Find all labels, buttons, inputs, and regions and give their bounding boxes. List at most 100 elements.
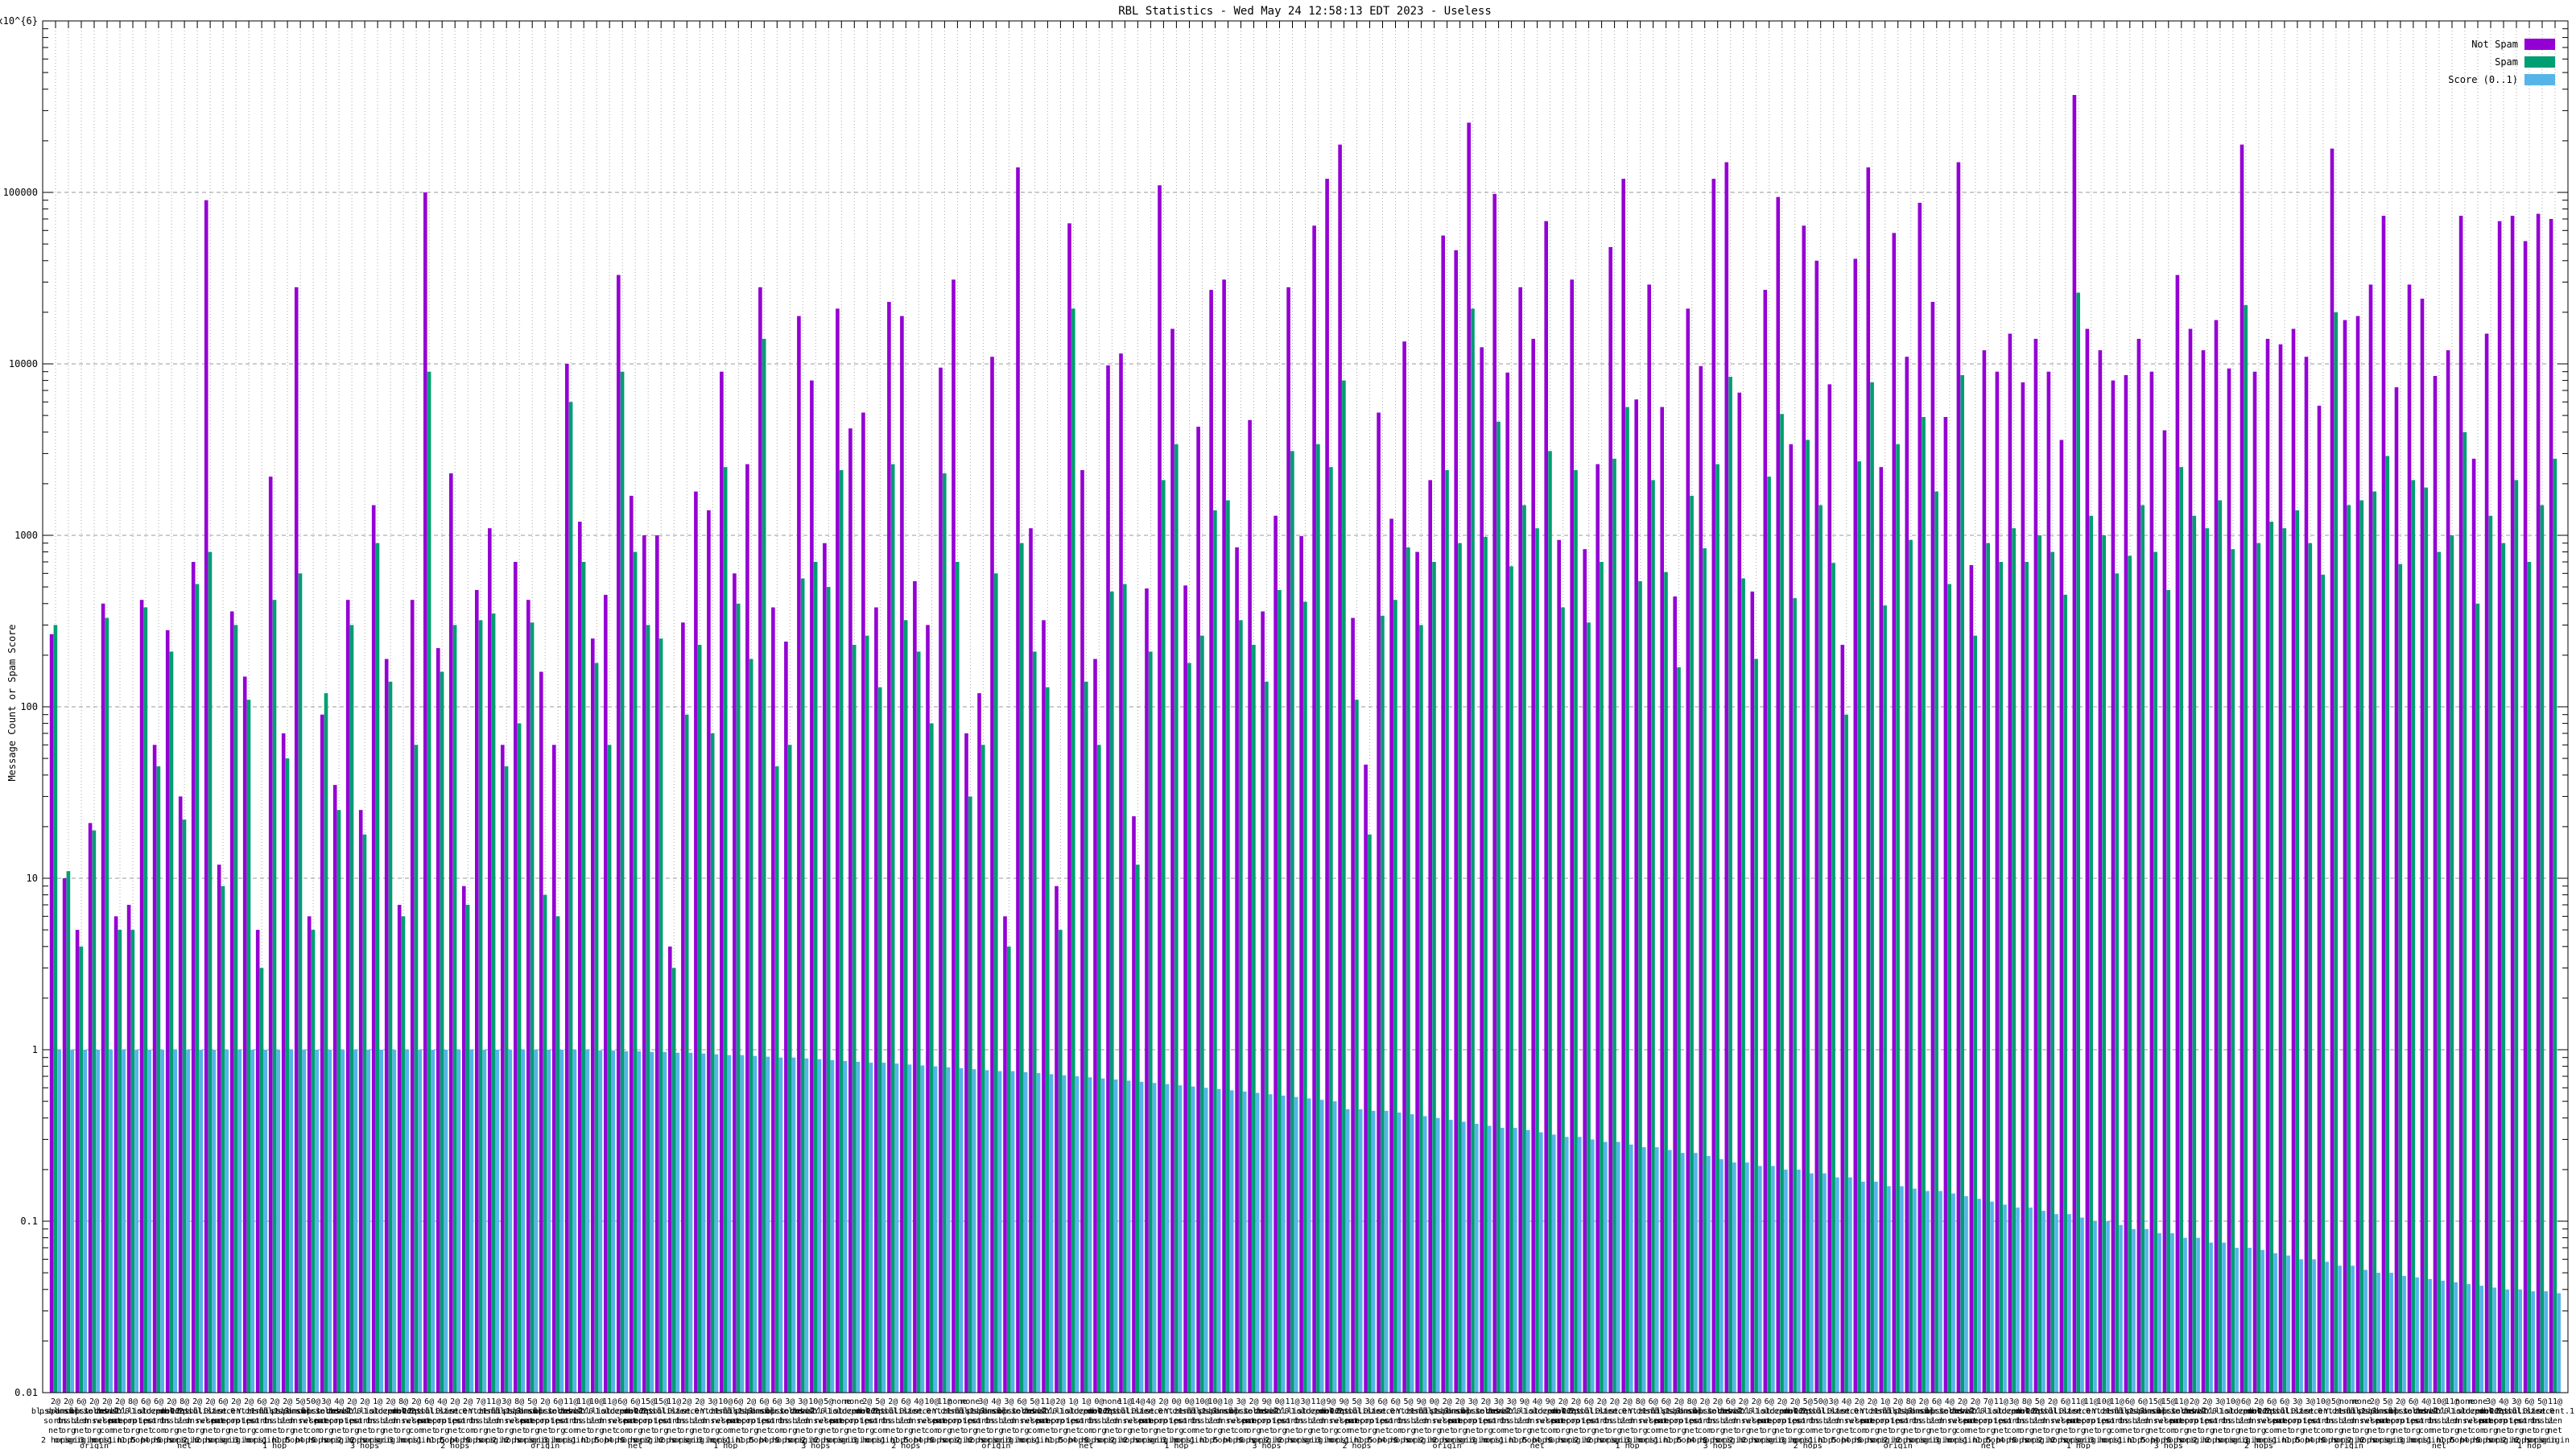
bar-cluster: [1918, 203, 1930, 1393]
bar-cluster: [1544, 221, 1555, 1393]
svg-text:2@: 2@: [695, 1397, 704, 1406]
bar-cluster: [1777, 197, 1788, 1393]
bar-cluster: [320, 693, 332, 1393]
bar-cluster: [810, 381, 821, 1393]
svg-text:3@: 3@: [1468, 1397, 1478, 1406]
bar-cluster: [1402, 341, 1414, 1393]
svg-text:3@: 3@: [321, 1397, 331, 1406]
svg-text:11@: 11@: [486, 1397, 501, 1406]
bar-cluster: [423, 192, 435, 1393]
bar-cluster: [668, 947, 679, 1393]
svg-text:2@: 2@: [682, 1397, 691, 1406]
bar-cluster: [1634, 399, 1645, 1393]
svg-text:6@: 6@: [2125, 1397, 2135, 1406]
svg-text:none: none: [960, 1397, 980, 1406]
svg-text:3@: 3@: [1236, 1397, 1245, 1406]
svg-text:6@: 6@: [772, 1397, 782, 1406]
bar-cluster: [655, 535, 667, 1393]
svg-text:2@: 2@: [205, 1397, 215, 1406]
svg-text:2@: 2@: [51, 1397, 60, 1406]
bar-cluster: [1673, 597, 1684, 1393]
svg-text:2@: 2@: [270, 1397, 279, 1406]
bar-cluster: [1106, 365, 1117, 1393]
svg-text:2@: 2@: [1158, 1397, 1168, 1406]
x-labels-layer: 2@bl.spamcopsorbsnet2 hops2@psbl.surriel…: [31, 1397, 2574, 1449]
bar-cluster: [1351, 618, 1362, 1393]
legend-row-spam: Spam: [2448, 53, 2555, 71]
bar-cluster: [2356, 316, 2368, 1393]
bar-cluster: [939, 368, 950, 1393]
svg-text:0@: 0@: [1171, 1397, 1181, 1406]
svg-text:3@: 3@: [2486, 1397, 2496, 1406]
svg-text:10@: 10@: [1208, 1397, 1222, 1406]
legend-row-score: Score (0..1): [2448, 71, 2555, 89]
svg-text:none: none: [2468, 1397, 2487, 1406]
svg-text:6@: 6@: [1377, 1397, 1387, 1406]
bar-cluster: [514, 562, 525, 1393]
svg-text:6@: 6@: [759, 1397, 769, 1406]
svg-text:2@: 2@: [102, 1397, 112, 1406]
svg-text:2@: 2@: [1249, 1397, 1258, 1406]
svg-text:2@: 2@: [64, 1397, 73, 1406]
bar-cluster: [630, 496, 641, 1393]
bar-cluster: [2176, 275, 2187, 1393]
bar-cluster: [2318, 406, 2329, 1393]
bar-cluster: [333, 785, 345, 1393]
svg-text:5@: 5@: [1352, 1397, 1361, 1406]
svg-text:3@: 3@: [1004, 1397, 1013, 1406]
bar-cluster: [436, 648, 448, 1393]
svg-text:50@: 50@: [1814, 1397, 1828, 1406]
bar-cluster: [50, 625, 61, 1393]
svg-text:1@: 1@: [373, 1397, 382, 1406]
svg-text:3@: 3@: [2512, 1397, 2521, 1406]
bar-cluster: [526, 600, 538, 1393]
bar-cluster: [1132, 816, 1143, 1393]
bar-cluster: [2073, 95, 2084, 1393]
svg-text:6@: 6@: [553, 1397, 563, 1406]
bar-cluster: [539, 672, 551, 1393]
svg-text:net: net: [2548, 1426, 2562, 1435]
bar-cluster: [1867, 167, 1878, 1393]
bar-cluster: [1660, 407, 1671, 1393]
bar-cluster: [720, 372, 731, 1393]
svg-text:2@: 2@: [1623, 1397, 1633, 1406]
bar-cluster: [1751, 592, 1762, 1393]
svg-text:6@: 6@: [154, 1397, 163, 1406]
bar-cluster: [372, 506, 383, 1393]
svg-text:none: none: [2352, 1397, 2372, 1406]
svg-text:3@: 3@: [502, 1397, 511, 1406]
svg-text:9@: 9@: [1520, 1397, 1530, 1406]
svg-text:2@: 2@: [888, 1397, 898, 1406]
svg-text:4@: 4@: [437, 1397, 447, 1406]
svg-text:2@: 2@: [1958, 1397, 1967, 1406]
y-tick-labels: 1x10^{6}1000001000010001001010.10.01: [0, 15, 38, 1398]
bar-cluster: [2163, 431, 2174, 1393]
bar-cluster: [1712, 179, 1724, 1393]
svg-text:1@: 1@: [1880, 1397, 1890, 1406]
bar-cluster: [1067, 223, 1079, 1393]
bar-cluster: [243, 677, 254, 1393]
bar-cluster: [926, 625, 937, 1393]
bar-cluster: [230, 612, 242, 1393]
svg-text:100: 100: [20, 701, 38, 712]
bar-cluster: [1274, 516, 1285, 1393]
svg-text:5@: 5@: [295, 1397, 305, 1406]
bar-cluster: [913, 581, 924, 1393]
bar-cluster: [2047, 372, 2058, 1393]
bar-cluster: [1377, 413, 1388, 1393]
svg-text:3@: 3@: [978, 1397, 988, 1406]
svg-text:5@: 5@: [1403, 1397, 1413, 1406]
svg-text:0@: 0@: [1184, 1397, 1194, 1406]
svg-text:3@: 3@: [1494, 1397, 1504, 1406]
svg-text:1000: 1000: [14, 530, 38, 541]
svg-text:100000: 100000: [3, 187, 38, 198]
svg-text:2@: 2@: [1919, 1397, 1929, 1406]
bar-cluster: [1261, 612, 1272, 1393]
bar-cluster: [2227, 369, 2239, 1393]
bar-cluster: [308, 916, 319, 1393]
svg-text:3@: 3@: [1507, 1397, 1517, 1406]
svg-text:11@: 11@: [1994, 1397, 2008, 1406]
svg-text:11@: 11@: [1040, 1397, 1055, 1406]
svg-text:2@: 2@: [1790, 1397, 1800, 1406]
svg-text:14@: 14@: [1130, 1397, 1145, 1406]
